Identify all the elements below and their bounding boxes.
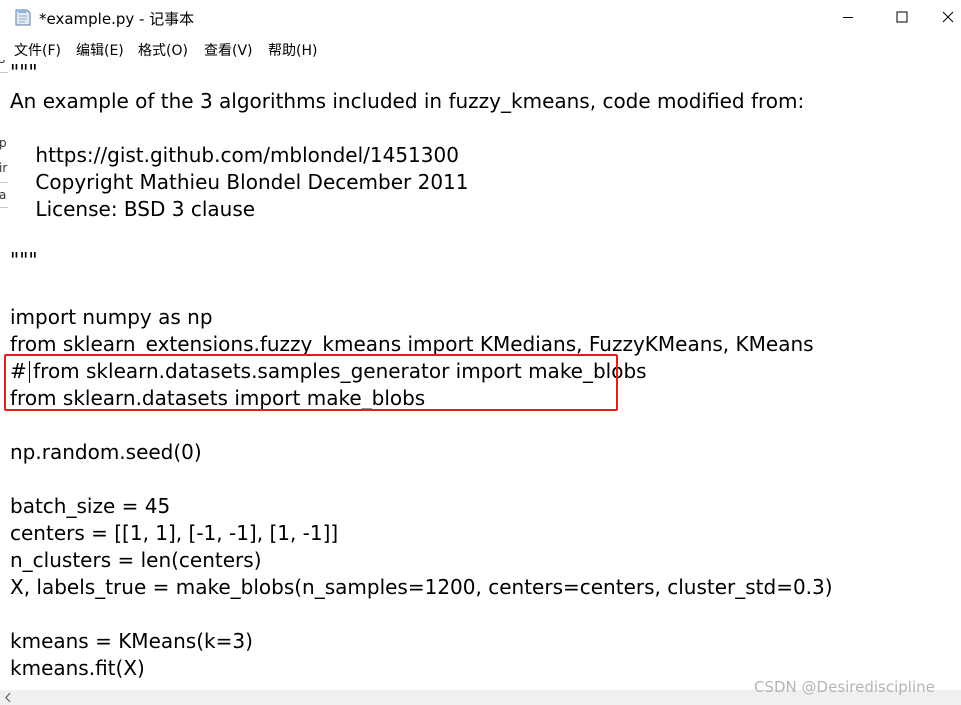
maximize-button[interactable] (876, 0, 928, 34)
menu-bar: 文件(F) 编辑(E) 格式(O) 查看(V) 帮助(H) (0, 37, 961, 60)
notepad-icon (15, 9, 31, 26)
code-line: License: BSD 3 clause (10, 197, 256, 221)
watermark-text: CSDN @Desirediscipline (754, 678, 935, 696)
code-line: centers = [[1, 1], [-1, -1], [1, -1]] (10, 521, 339, 545)
menu-view[interactable]: 查看(V) (204, 40, 253, 60)
code-line: X, labels_true = make_blobs(n_samples=12… (10, 575, 833, 599)
sliver-text: p (0, 136, 7, 150)
sliver-divider (0, 182, 8, 183)
title-bar[interactable]: *example.py - 记事本 (0, 0, 961, 36)
menu-file[interactable]: 文件(F) (14, 40, 61, 60)
notepad-window: *example.py - 记事本 文件(F) 编辑(E) 格式(O) 查看(V… (0, 0, 961, 705)
code-line: import numpy as np (10, 305, 213, 329)
sliver-text: s (0, 60, 5, 66)
close-button[interactable] (922, 0, 961, 34)
code-line: Copyright Mathieu Blondel December 2011 (10, 170, 469, 194)
text-editor[interactable]: s p ir a """ An example of the 3 algorit… (0, 60, 961, 690)
minimize-icon (843, 17, 853, 18)
code-line: batch_size = 45 (10, 494, 171, 518)
window-title: *example.py - 记事本 (39, 10, 195, 28)
sliver-text: ir (0, 161, 8, 175)
code-line: kmeans = KMeans(k=3) (10, 629, 253, 653)
maximize-icon (896, 11, 908, 23)
code-line: kmeans.fit(X) (10, 656, 145, 680)
menu-format[interactable]: 格式(O) (138, 40, 188, 60)
code-line: """ (10, 248, 38, 272)
menu-edit[interactable]: 编辑(E) (76, 40, 124, 60)
code-line: np.random.seed(0) (10, 440, 202, 464)
sliver-divider (0, 72, 8, 73)
annotation-highlight-box (4, 354, 618, 411)
sliver-divider (0, 207, 8, 208)
code-line: """ (10, 60, 38, 84)
code-line: n_clusters = len(centers) (10, 548, 262, 572)
close-icon (942, 11, 954, 23)
minimize-button[interactable] (822, 0, 874, 34)
menu-help[interactable]: 帮助(H) (268, 40, 317, 60)
code-line: https://gist.github.com/mblondel/1451300 (10, 143, 459, 167)
code-line: An example of the 3 algorithms included … (10, 89, 805, 113)
sliver-text: a (0, 188, 7, 202)
scroll-left-arrow-icon[interactable] (3, 692, 13, 703)
